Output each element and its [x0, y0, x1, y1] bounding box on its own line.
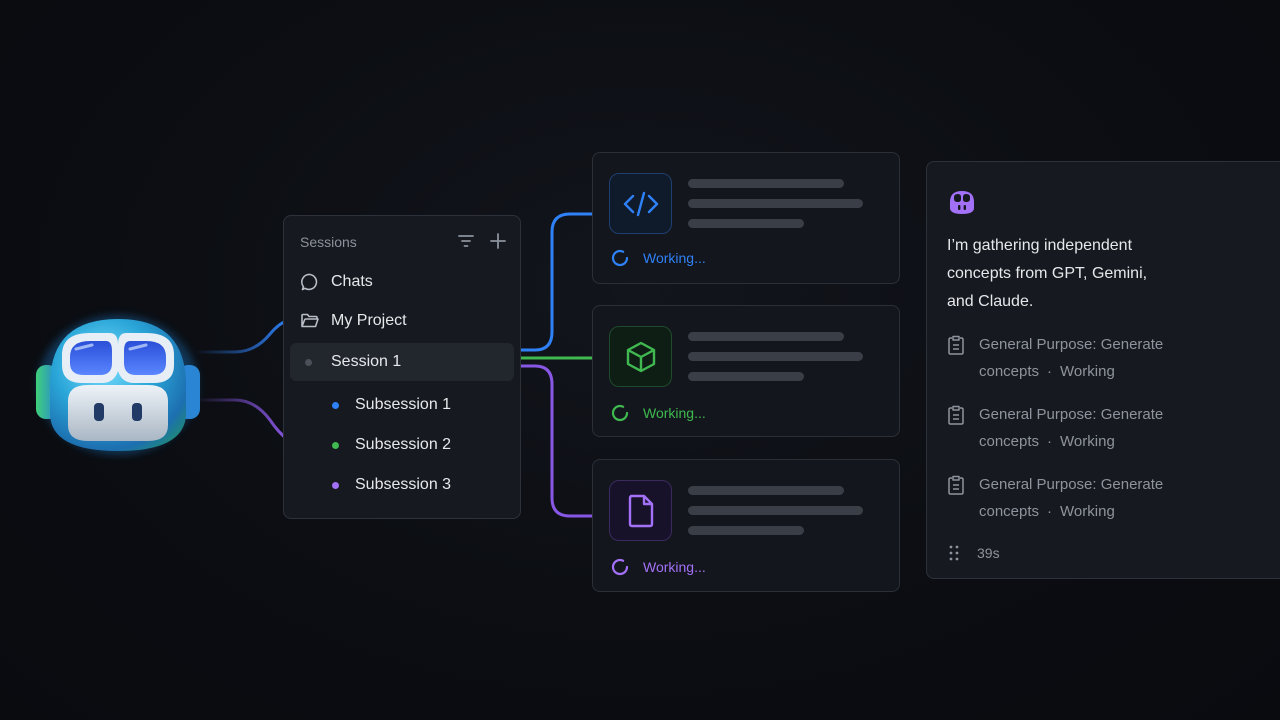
task-title: General Purpose: Generate: [979, 476, 1164, 493]
elapsed-timer: 39s: [947, 544, 1000, 562]
code-icon: [623, 191, 658, 216]
status-text: Working...: [643, 405, 706, 421]
sidebar-item-label: Chats: [331, 273, 373, 290]
sidebar-item-subsession-1[interactable]: Subsession 1: [290, 386, 514, 424]
package-icon: [626, 341, 655, 372]
task-card-package[interactable]: Working...: [592, 305, 900, 437]
card-status: Working...: [611, 558, 706, 576]
drag-handle-icon: [949, 545, 959, 561]
task-text: General Purpose: Generate concepts · Worki…: [979, 401, 1163, 455]
task-subject: concepts: [979, 503, 1040, 520]
status-text: Working...: [643, 559, 706, 575]
agent-message: I’m gathering independent concepts from …: [947, 237, 1148, 310]
sidebar-item-label: My Project: [331, 312, 407, 329]
task-subject: concepts: [979, 433, 1040, 450]
placeholder-line: [688, 506, 863, 515]
status-dot: [305, 358, 312, 366]
timer-value: 39s: [977, 545, 1000, 561]
sidebar-item-subsession-3[interactable]: Subsession 3: [290, 466, 514, 504]
status-text: Working...: [643, 250, 706, 266]
copilot-icon: [950, 191, 974, 214]
connector-blue-left: [195, 318, 291, 354]
placeholder-line: [688, 179, 844, 188]
package-icon-box: [609, 326, 672, 387]
sidebar-item-session-1[interactable]: Session 1: [290, 343, 514, 381]
placeholder-line: [688, 486, 844, 495]
placeholder-line: [688, 372, 804, 381]
clipboard-icon: [948, 475, 964, 495]
connector-purple-left: [195, 398, 289, 442]
separator: ·: [1047, 363, 1053, 380]
task-subline: concepts · Working: [979, 358, 1163, 385]
separator: ·: [1047, 503, 1053, 520]
sidebar-item-subsession-2[interactable]: Subsession 2: [290, 426, 514, 464]
status-dot-purple: [332, 481, 339, 489]
code-icon-box: [609, 173, 672, 234]
file-icon-box: [609, 480, 672, 541]
file-icon: [628, 494, 653, 527]
agent-panel: I’m gathering independent concepts from …: [926, 161, 1280, 579]
task-status: Working: [1060, 503, 1115, 520]
placeholder-line: [688, 352, 863, 361]
task-card-code[interactable]: Working...: [592, 152, 900, 284]
spinner-icon: [611, 249, 629, 267]
sidebar-item-my-project[interactable]: My Project: [290, 302, 514, 340]
clipboard-icon: [948, 335, 964, 355]
task-title: General Purpose: Generate: [979, 336, 1164, 353]
task-subline: concepts · Working: [979, 428, 1163, 455]
task-item: General Purpose: Generate concepts · Worki…: [947, 331, 1207, 385]
task-title: General Purpose: Generate: [979, 406, 1164, 423]
task-card-file[interactable]: Working...: [592, 459, 900, 592]
sessions-title: Sessions: [300, 234, 357, 250]
folder-icon: [301, 313, 319, 328]
sessions-panel: Sessions Chats My Project Session 1 Subs…: [283, 215, 521, 519]
task-subline: concepts · Working: [979, 498, 1163, 525]
card-status: Working...: [611, 404, 706, 422]
sidebar-item-label: Subsession 1: [355, 396, 452, 413]
placeholder-line: [688, 199, 863, 208]
task-item: General Purpose: Generate concepts · Worki…: [947, 401, 1207, 455]
connector-purple-right: [521, 364, 593, 518]
status-dot-green: [332, 441, 339, 449]
connector-blue-right: [521, 212, 593, 352]
copilot-mascot-icon: [36, 315, 200, 455]
spinner-icon: [611, 404, 629, 422]
sidebar-item-label: Subsession 2: [355, 436, 452, 453]
spinner-icon: [611, 558, 629, 576]
clipboard-icon: [948, 405, 964, 425]
card-status: Working...: [611, 249, 706, 267]
sidebar-item-label: Subsession 3: [355, 476, 452, 493]
canvas: Sessions Chats My Project Session 1 Subs…: [0, 0, 1280, 720]
task-text: General Purpose: Generate concepts · Worki…: [979, 471, 1163, 525]
plus-icon[interactable]: [488, 231, 508, 251]
separator: ·: [1047, 433, 1053, 450]
task-status: Working: [1060, 433, 1115, 450]
placeholder-line: [688, 526, 804, 535]
task-status: Working: [1060, 363, 1115, 380]
task-item: General Purpose: Generate concepts · Worki…: [947, 471, 1207, 525]
sidebar-item-chats[interactable]: Chats: [290, 263, 514, 301]
task-text: General Purpose: Generate concepts · Worki…: [979, 331, 1163, 385]
sidebar-item-label: Session 1: [331, 353, 402, 370]
chat-bubble-icon: [301, 273, 318, 291]
placeholder-line: [688, 332, 844, 341]
filter-icon[interactable]: [456, 231, 476, 251]
status-dot-blue: [332, 401, 339, 409]
placeholder-line: [688, 219, 804, 228]
task-subject: concepts: [979, 363, 1040, 380]
